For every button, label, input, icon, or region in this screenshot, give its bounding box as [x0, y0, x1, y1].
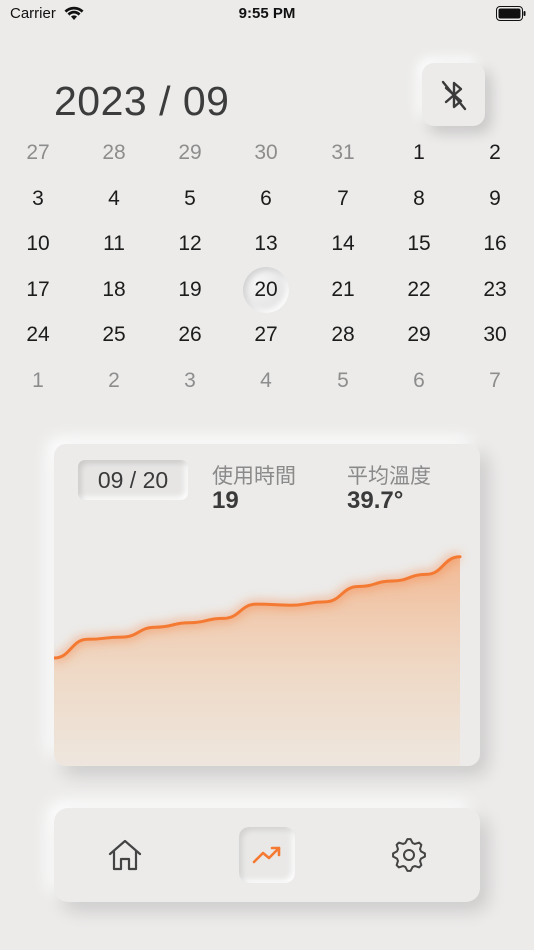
avg-temp-value: 39.7° [347, 487, 404, 514]
bluetooth-button[interactable] [422, 63, 485, 126]
calendar-day[interactable]: 4 [91, 176, 137, 222]
tab-bar [54, 808, 480, 902]
calendar-day[interactable]: 21 [320, 267, 366, 313]
calendar-day[interactable]: 26 [167, 312, 213, 358]
calendar-day[interactable]: 1 [15, 358, 61, 404]
calendar-day[interactable]: 22 [396, 267, 442, 313]
calendar-day-selected[interactable]: 20 [243, 266, 289, 313]
calendar-day[interactable]: 30 [243, 130, 289, 176]
calendar-week-row: 3456789 [0, 176, 534, 222]
calendar-day[interactable]: 15 [396, 221, 442, 267]
calendar-week-row: 24 25 26 27 28 29 30 [0, 312, 534, 358]
month-title: 2023 / 09 [54, 78, 230, 124]
calendar-day[interactable]: 31 [320, 130, 366, 176]
calendar-day[interactable]: 23 [472, 267, 518, 313]
calendar-day[interactable]: 30 [472, 312, 518, 358]
calendar-day[interactable]: 28 [91, 130, 137, 176]
status-time: 9:55 PM [238, 5, 296, 22]
calendar-day[interactable]: 2 [472, 130, 518, 176]
battery-icon [496, 6, 526, 21]
chart-area-fill [54, 556, 460, 766]
usage-time-label: 使用時間 [212, 465, 296, 488]
calendar-day[interactable]: 2 [91, 358, 137, 404]
tab-chart[interactable] [239, 827, 295, 883]
calendar-day[interactable]: 18 [91, 267, 137, 313]
calendar-day[interactable]: 6 [396, 358, 442, 404]
calendar-day[interactable]: 29 [167, 130, 213, 176]
calendar-day[interactable]: 3 [167, 358, 213, 404]
calendar-week-row: 10 11 12 13 14 15 16 [0, 221, 534, 267]
calendar-week-row: 27 28 29 30 31 1 2 [0, 130, 534, 176]
calendar-week-row: 1234567 [0, 358, 534, 404]
calendar-day[interactable]: 3 [15, 176, 61, 222]
avg-temp-label: 平均溫度 [347, 465, 431, 488]
selected-date-chip: 09 / 20 [78, 460, 188, 500]
calendar-grid: 27 28 29 30 31 1 2 3 4 5 6 7 8 9 10 11 12 13 14 15 16 17 18 19 2… [0, 130, 534, 404]
usage-time-value: 19 [212, 487, 239, 514]
status-bar: Carrier 9:55 PM [0, 0, 534, 28]
calendar-day[interactable]: 12 [167, 221, 213, 267]
calendar-day[interactable]: 24 [15, 312, 61, 358]
calendar-day[interactable]: 11 [91, 221, 137, 267]
calendar-day[interactable]: 8 [396, 176, 442, 222]
calendar-day[interactable]: 29 [396, 312, 442, 358]
calendar-day[interactable]: 27 [243, 312, 289, 358]
calendar-day[interactable]: 17 [15, 267, 61, 313]
calendar-day[interactable]: 6 [243, 176, 289, 222]
calendar-day[interactable]: 5 [167, 176, 213, 222]
trending-up-icon [252, 846, 281, 864]
calendar-day[interactable]: 7 [320, 176, 366, 222]
tab-home[interactable] [97, 827, 153, 883]
bluetooth-off-icon [441, 80, 466, 110]
calendar-week-row: 17 18 19 20 21 22 23 [0, 266, 534, 313]
calendar-day[interactable]: 27 [15, 130, 61, 176]
calendar-day[interactable]: 10 [15, 221, 61, 267]
calendar-day[interactable]: 16 [472, 221, 518, 267]
calendar-day[interactable]: 28 [320, 312, 366, 358]
calendar-day[interactable]: 1 [396, 130, 442, 176]
day-detail-card: 09 / 20 使用時間 19 平均溫度 39.7° [54, 444, 480, 766]
gear-icon [392, 838, 426, 872]
calendar-day[interactable]: 7 [472, 358, 518, 404]
tab-settings[interactable] [381, 827, 437, 883]
home-icon [108, 839, 142, 871]
calendar-day[interactable]: 25 [91, 312, 137, 358]
calendar-day[interactable]: 4 [243, 358, 289, 404]
calendar-day[interactable]: 5 [320, 358, 366, 404]
calendar-day[interactable]: 13 [243, 221, 289, 267]
calendar-day[interactable]: 14 [320, 221, 366, 267]
calendar-day[interactable]: 9 [472, 176, 518, 222]
calendar-day[interactable]: 19 [167, 267, 213, 313]
